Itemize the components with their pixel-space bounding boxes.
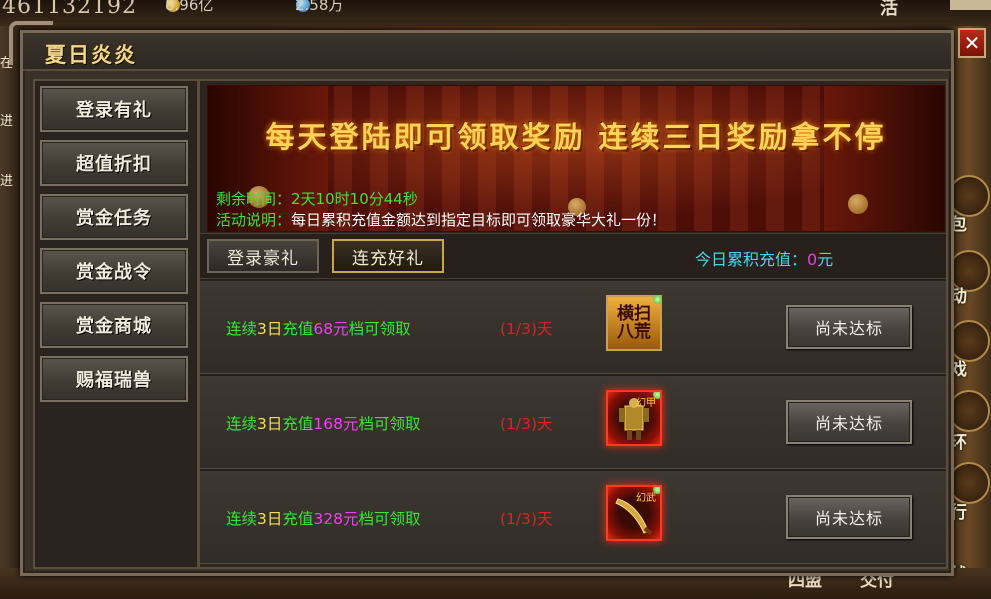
claim-button[interactable]: 尚未达标 <box>786 495 912 539</box>
recharge-label: 今日累积充值： <box>695 250 808 269</box>
tab-bar: 登录豪礼 连充好礼 今日累积充值：0元 <box>200 233 946 279</box>
tab-consecutive-recharge[interactable]: 连充好礼 <box>332 239 444 273</box>
condition-suffix: 档可领取 <box>358 510 421 528</box>
condition-amount: 328元 <box>313 510 359 528</box>
reward-row: 连续3日充值168元档可领取 (1/3)天 幻甲 尚未达标 <box>200 374 946 469</box>
condition-days: 3日 <box>257 415 283 433</box>
player-id-number: 461132192 <box>2 0 137 19</box>
claim-button[interactable]: 尚未达标 <box>786 305 912 349</box>
condition-days: 3日 <box>257 510 283 528</box>
item-indicator-dot <box>653 392 660 399</box>
remaining-time-value: 2天10时10分44秒 <box>291 190 418 208</box>
remaining-time: 剩余时间：2天10时10分44秒 <box>216 188 418 209</box>
left-strip-text: 进 <box>0 114 14 129</box>
hud-corner-box <box>950 0 991 10</box>
banner-headline: 每天登陆即可领取奖励 连续三日奖励拿不停 <box>265 120 887 154</box>
condition-prefix: 连续 <box>226 510 258 528</box>
reward-progress: (1/3)天 <box>500 320 553 338</box>
event-sidebar: 登录有礼 超值折扣 赏金任务 赏金战令 赏金商城 赐福瑞兽 <box>33 79 199 569</box>
item-indicator-dot <box>653 295 662 304</box>
reward-condition: 连续3日充值328元档可领取 <box>226 507 421 529</box>
top-hud: 461132192 8.96亿 2.58万 活 <box>0 0 991 26</box>
sidebar-item-blessing-beast[interactable]: 赐福瑞兽 <box>40 356 188 402</box>
activity-button-label[interactable]: 活 <box>880 0 898 20</box>
diamond-amount: 2.58万 <box>295 0 344 14</box>
event-description: 活动说明：每日累积充值金额达到指定目标即可领取豪华大礼一份！ <box>216 209 666 230</box>
event-description-text: 每日累积充值金额达到指定目标即可领取豪华大礼一份！ <box>291 211 667 229</box>
reward-row: 连续3日充值328元档可领取 (1/3)天 幻武 尚未达标 <box>200 469 946 564</box>
window-title-bar: 夏日炎炎 <box>23 33 951 71</box>
coin-decoration <box>848 194 868 214</box>
recharge-unit: 元 <box>817 250 834 269</box>
gold-amount: 8.96亿 <box>165 0 214 14</box>
claim-button[interactable]: 尚未达标 <box>786 400 912 444</box>
reward-item-title-icon[interactable]: 横扫八荒 <box>606 295 662 351</box>
condition-days: 3日 <box>257 320 283 338</box>
event-description-label: 活动说明： <box>216 211 292 229</box>
close-button[interactable]: ✕ <box>958 28 986 58</box>
reward-progress: (1/3)天 <box>500 510 553 528</box>
condition-amount: 168元 <box>313 415 359 433</box>
reward-condition: 连续3日充值68元档可领取 <box>226 317 411 339</box>
condition-mid: 充值 <box>282 510 314 528</box>
reward-row: 连续3日充值68元档可领取 (1/3)天 横扫八荒 尚未达标 <box>200 279 946 374</box>
event-window: 夏日炎炎 登录有礼 超值折扣 赏金任务 赏金战令 赏金商城 赐福瑞兽 每天登陆即… <box>9 21 954 576</box>
condition-amount: 68元 <box>313 320 349 338</box>
reward-item-weapon-icon[interactable]: 幻武 <box>606 485 662 541</box>
event-content: 每天登陆即可领取奖励 连续三日奖励拿不停 剩余时间：2天10时10分44秒 活动… <box>198 79 948 569</box>
reward-item-armor-icon[interactable]: 幻甲 <box>606 390 662 446</box>
item-name: 横扫八荒 <box>617 304 651 342</box>
remaining-time-label: 剩余时间： <box>216 190 292 208</box>
window-title: 夏日炎炎 <box>45 42 137 67</box>
condition-prefix: 连续 <box>226 415 258 433</box>
sidebar-item-bounty-pass[interactable]: 赏金战令 <box>40 248 188 294</box>
condition-suffix: 档可领取 <box>358 415 421 433</box>
today-recharge-total: 今日累积充值：0元 <box>695 246 833 270</box>
condition-prefix: 连续 <box>226 320 258 338</box>
item-indicator-dot <box>653 487 660 494</box>
condition-suffix: 档可领取 <box>348 320 411 338</box>
sidebar-item-discount[interactable]: 超值折扣 <box>40 140 188 186</box>
condition-mid: 充值 <box>282 415 314 433</box>
left-strip-text: 进 <box>0 174 14 189</box>
event-banner: 每天登陆即可领取奖励 连续三日奖励拿不停 剩余时间：2天10时10分44秒 活动… <box>207 85 945 232</box>
sidebar-item-bounty-shop[interactable]: 赏金商城 <box>40 302 188 348</box>
side-menu-circle[interactable] <box>948 390 990 432</box>
sidebar-item-bounty-task[interactable]: 赏金任务 <box>40 194 188 240</box>
reward-progress: (1/3)天 <box>500 415 553 433</box>
condition-mid: 充值 <box>282 320 314 338</box>
reward-condition: 连续3日充值168元档可领取 <box>226 412 421 434</box>
sidebar-item-login-gift[interactable]: 登录有礼 <box>40 86 188 132</box>
close-icon: ✕ <box>963 31 981 55</box>
curtain-right <box>824 86 944 231</box>
recharge-value: 0 <box>807 250 818 269</box>
tab-login-gift[interactable]: 登录豪礼 <box>207 239 319 273</box>
